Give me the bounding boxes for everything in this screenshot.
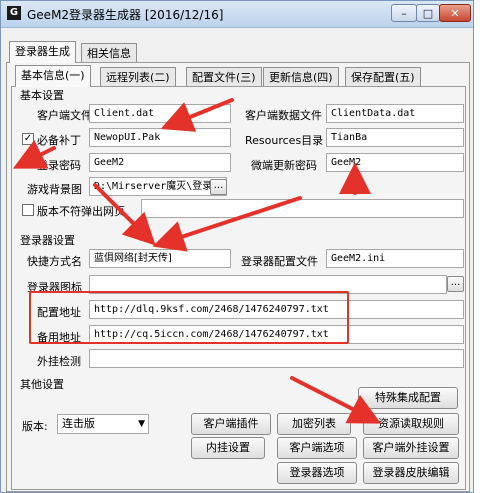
close-button[interactable]: ✕ (439, 4, 471, 22)
version-mismatch-checkbox[interactable] (22, 204, 34, 216)
encrypt-list-button[interactable]: 加密列表 (277, 413, 351, 435)
tab-config-file[interactable]: 配置文件(三) (186, 67, 262, 87)
login-settings-title: 登录器设置 (18, 232, 77, 248)
basic-settings-title: 基本设置 (18, 87, 66, 103)
patch-label: 必备补丁 (37, 134, 81, 147)
bg-browse-button[interactable]: ... (210, 179, 227, 195)
title-bar[interactable]: G GeeM2登录器生成器 [2016/12/16] – □ ✕ (1, 1, 473, 28)
resources-input[interactable]: TianBa (326, 128, 464, 147)
shortcut-input[interactable]: 蓝俱网络[封天传] (89, 249, 231, 268)
chevron-down-icon: ▼ (138, 419, 145, 429)
version-select[interactable]: 连击版 ▼ (57, 414, 149, 434)
annotation-highlight-box (29, 291, 349, 344)
patch-input[interactable]: NewopUI.Pak (89, 128, 231, 147)
tab-related-info[interactable]: 相关信息 (81, 43, 137, 63)
client-options-button[interactable]: 客户端选项 (277, 437, 357, 459)
maximize-button[interactable]: □ (416, 4, 440, 22)
bg-image-input[interactable]: D:\Mirserver魔灭\登录 (89, 177, 227, 196)
tab-remote-list[interactable]: 远程列表(二) (100, 67, 176, 87)
tab-basic-info[interactable]: 基本信息(一) (15, 65, 91, 87)
tab-login-generator[interactable]: 登录器生成 (9, 41, 76, 63)
bg-image-label: 游戏背景图 (27, 183, 82, 196)
app-icon: G (7, 6, 21, 20)
window-title: GeeM2登录器生成器 [2016/12/16] (27, 8, 224, 22)
patch-checkbox[interactable]: ✓ (22, 133, 34, 145)
login-skin-editor-button[interactable]: 登录器皮肤编辑 (363, 462, 459, 484)
client-cheat-settings-button[interactable]: 客户端外挂设置 (363, 437, 459, 459)
client-data-label: 客户端数据文件 (245, 109, 322, 122)
version-label: 版本: (22, 420, 48, 433)
minimize-button[interactable]: – (391, 4, 417, 22)
password-input[interactable]: GeeM2 (89, 153, 231, 172)
cheat-detect-label: 外挂检测 (37, 355, 81, 368)
tab-save-config[interactable]: 保存配置(五) (345, 67, 421, 87)
client-file-label: 客户端文件 (37, 109, 92, 122)
login-config-label: 登录器配置文件 (241, 255, 318, 268)
tab-update-info[interactable]: 更新信息(四) (263, 67, 339, 87)
login-config-input[interactable]: GeeM2.ini (326, 249, 464, 268)
resource-rule-button[interactable]: 资源读取规则 (363, 413, 459, 435)
client-plugin-button[interactable]: 客户端插件 (191, 413, 271, 435)
inner-plugin-button[interactable]: 内挂设置 (191, 437, 265, 459)
micro-update-input[interactable]: GeeM2 (326, 153, 464, 172)
shortcut-label: 快捷方式名 (27, 255, 82, 268)
version-select-value: 连击版 (62, 417, 95, 430)
resources-label: Resources目录 (245, 134, 324, 147)
main-window: G GeeM2登录器生成器 [2016/12/16] – □ ✕ 登录器生成 相… (0, 0, 474, 493)
version-mismatch-url-input[interactable] (141, 199, 464, 218)
password-label: 登录密码 (37, 159, 81, 172)
client-data-input[interactable]: ClientData.dat (326, 104, 464, 123)
micro-update-label: 微端更新密码 (251, 159, 317, 172)
login-options-button[interactable]: 登录器选项 (277, 462, 357, 484)
client-file-input[interactable]: Client.dat (89, 104, 231, 123)
version-mismatch-label: 版本不符弹出网页 (37, 205, 125, 218)
cheat-detect-input[interactable] (89, 349, 464, 368)
special-integration-button[interactable]: 特殊集成配置 (358, 387, 458, 409)
icon-browse-button[interactable]: ... (447, 276, 464, 292)
other-settings-title: 其他设置 (18, 376, 66, 392)
